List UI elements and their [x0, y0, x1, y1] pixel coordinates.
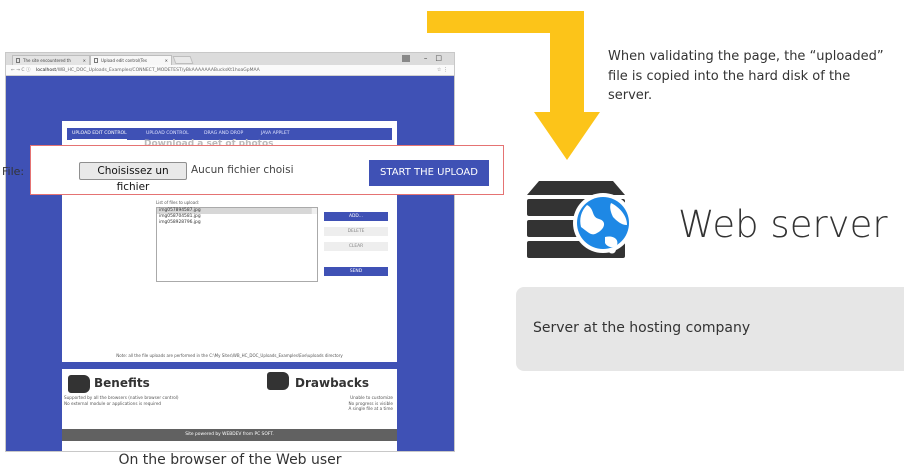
web-server-title: Web server	[678, 203, 888, 246]
arrow-shape	[427, 11, 600, 160]
browser-caption: On the browser of the Web user	[118, 452, 342, 468]
validation-caption: When validating the page, the “uploaded”…	[608, 49, 884, 103]
hosting-company-text: Server at the hosting company	[533, 320, 751, 336]
web-server-icon	[527, 181, 633, 258]
server-top-shape	[527, 181, 625, 195]
